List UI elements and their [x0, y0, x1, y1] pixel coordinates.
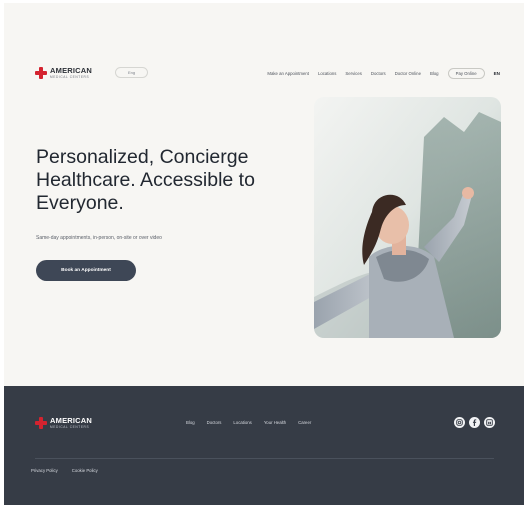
footer-nav-blog[interactable]: Blog [186, 420, 195, 425]
nav-item-make-appointment[interactable]: Make an Appointment [267, 71, 309, 76]
page-frame: AMERICAN MEDICAL CENTERS Eng Make an App… [4, 3, 524, 505]
linkedin-icon[interactable] [484, 417, 495, 428]
main-nav: Make an Appointment Locations Services D… [267, 67, 500, 79]
cookie-policy-link[interactable]: Cookie Policy [72, 468, 98, 473]
language-toggle[interactable]: EN [494, 71, 500, 76]
privacy-policy-link[interactable]: Privacy Policy [31, 468, 58, 473]
footer-nav: Blog Doctors Locations Your Health Caree… [186, 420, 311, 425]
footer-divider [35, 458, 494, 459]
book-appointment-label: Book an Appointment [61, 268, 111, 273]
social-links [454, 417, 495, 428]
nav-item-services[interactable]: Services [345, 71, 361, 76]
hero-title: Personalized, Concierge Healthcare. Acce… [36, 146, 255, 214]
brand-name: AMERICAN [50, 66, 93, 76]
nav-item-blog[interactable]: Blog [430, 71, 439, 76]
site-footer: AMERICAN MEDICAL CENTERS Blog Doctors Lo… [4, 386, 524, 505]
nav-item-locations[interactable]: Locations [318, 71, 336, 76]
facebook-icon[interactable] [469, 417, 480, 428]
footer-legal: Privacy Policy Cookie Policy [31, 468, 98, 473]
footer-logo[interactable]: AMERICAN MEDICAL CENTERS [35, 417, 92, 429]
footer-brand-name: AMERICAN [50, 416, 93, 426]
footer-nav-locations[interactable]: Locations [233, 420, 251, 425]
red-cross-icon [35, 417, 47, 429]
pay-online-button[interactable]: Pay Online [447, 67, 485, 79]
hero-subtitle: Same-day appointments, in-person, on-sit… [36, 235, 162, 241]
book-appointment-button[interactable]: Book an Appointment [36, 260, 136, 281]
footer-brand-subtitle: MEDICAL CENTERS [50, 424, 90, 429]
nav-item-doctors[interactable]: Doctors [371, 71, 386, 76]
woman-outstretched-arms-photo [314, 97, 501, 338]
footer-nav-career[interactable]: Career [298, 420, 311, 425]
site-header: AMERICAN MEDICAL CENTERS Eng Make an App… [4, 61, 524, 85]
brand-logo[interactable]: AMERICAN MEDICAL CENTERS [35, 66, 92, 80]
footer-nav-doctors[interactable]: Doctors [207, 420, 222, 425]
language-select[interactable]: Eng [115, 67, 148, 78]
red-cross-icon [35, 67, 47, 79]
instagram-icon[interactable] [454, 417, 465, 428]
language-select-value: Eng [127, 70, 136, 75]
nav-item-doctor-online[interactable]: Doctor Online [395, 71, 421, 76]
footer-nav-your-health[interactable]: Your Health [264, 420, 286, 425]
hero-image [314, 97, 501, 338]
brand-subtitle: MEDICAL CENTERS [50, 74, 90, 79]
